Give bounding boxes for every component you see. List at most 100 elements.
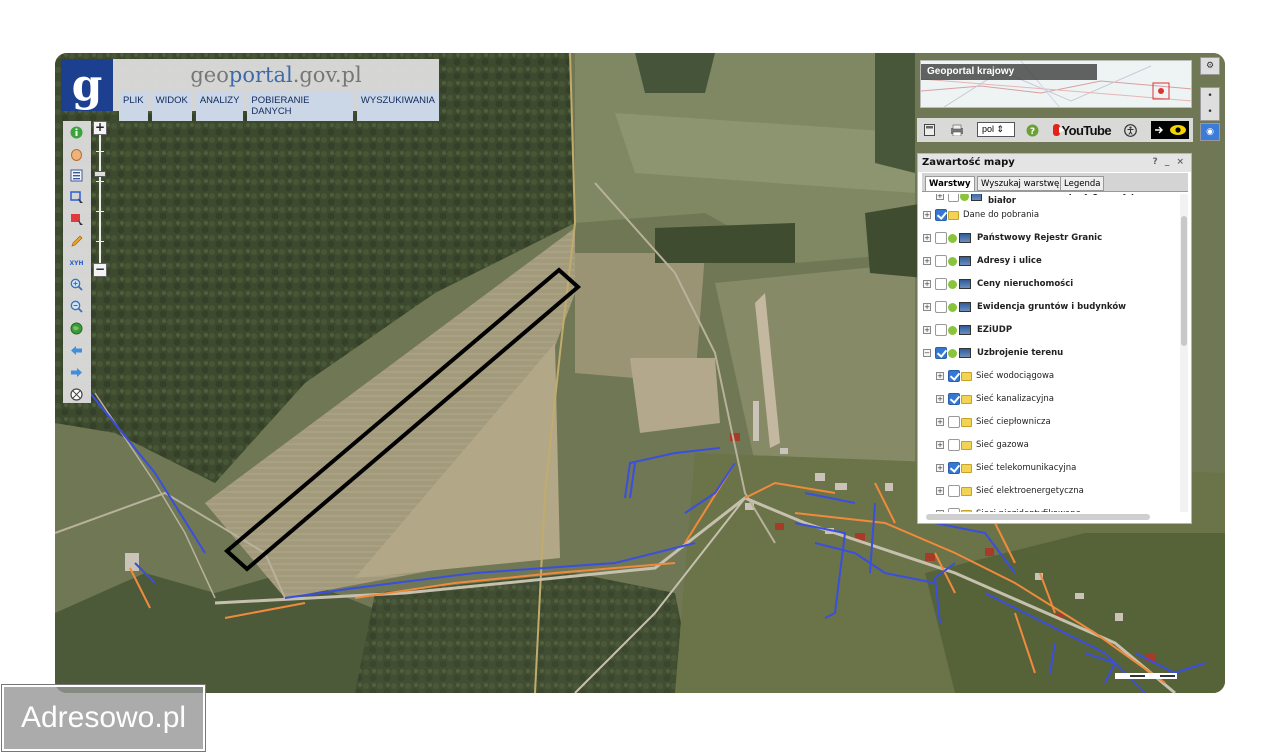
help-icon[interactable]: ? <box>1025 122 1039 138</box>
layer-checkbox[interactable] <box>935 232 947 244</box>
back-arrow-icon[interactable] <box>69 343 84 358</box>
draw-pencil-icon[interactable] <box>69 234 84 249</box>
youtube-link[interactable]: YouTube <box>1053 122 1112 138</box>
expand-icon[interactable]: + <box>936 372 944 380</box>
watermark: Adresowo.pl <box>1 684 206 752</box>
menu-plik[interactable]: PLIK <box>119 91 148 121</box>
map-frame[interactable]: g geoportal.gov.pl PLIK WIDOK ANALIZY PO… <box>55 53 1225 693</box>
layer-checkbox[interactable] <box>948 485 960 497</box>
layer-row[interactable]: + Sieć telekomunikacyjna <box>918 458 1180 478</box>
zoom-in-button[interactable]: + <box>93 121 107 135</box>
overview-settings-icon[interactable]: ⚙ <box>1200 57 1220 75</box>
zoom-in-icon[interactable] <box>69 277 84 292</box>
menu-pobieranie-danych[interactable]: POBIERANIE DANYCH <box>247 91 353 121</box>
tab-warstwy[interactable]: Warstwy <box>925 176 975 191</box>
reset-icon[interactable] <box>69 387 84 402</box>
expand-icon[interactable]: + <box>923 234 931 242</box>
layer-checkbox[interactable] <box>935 255 947 267</box>
tab-wyszukaj-warstwe[interactable]: Wyszukaj warstwę <box>977 176 1064 191</box>
zoom-slider[interactable]: + − <box>93 121 107 277</box>
expand-icon[interactable]: + <box>936 418 944 426</box>
expand-icon[interactable]: + <box>936 395 944 403</box>
scrollbar-thumb[interactable] <box>1181 216 1187 346</box>
layer-checkbox[interactable] <box>935 347 947 359</box>
menu-analizy[interactable]: ANALIZY <box>195 91 244 121</box>
wms-service-icon <box>959 348 971 358</box>
layer-checkbox[interactable] <box>947 194 960 202</box>
layer-row[interactable]: + Ewidencja gruntów i budynków <box>918 297 1180 317</box>
zoom-tick <box>96 241 104 242</box>
layer-row[interactable]: + Państwowy Rejestr Granic <box>918 228 1180 248</box>
icon-bar: pol ⇕ ? YouTube <box>917 118 1193 142</box>
layer-row[interactable]: + Sieć elektroenergetyczna <box>918 481 1180 501</box>
panel-title: Zawartość mapy <box>922 157 1015 168</box>
expand-icon[interactable]: + <box>936 194 944 200</box>
menu-wyszukiwania[interactable]: WYSZUKIWANIA <box>356 91 439 121</box>
forest-area <box>655 223 795 263</box>
expand-icon[interactable]: + <box>923 326 931 334</box>
full-extent-globe-icon[interactable] <box>69 321 84 336</box>
layer-name: Sieć elektroenergetyczna <box>976 486 1084 496</box>
layer-row[interactable]: + Sieć wodociągowa <box>918 366 1180 386</box>
expand-icon[interactable]: + <box>923 257 931 265</box>
accessibility-icon[interactable] <box>1123 122 1137 138</box>
expand-icon[interactable]: + <box>923 211 931 219</box>
expand-icon[interactable]: + <box>936 510 944 512</box>
overview-dots-icon[interactable]: • • <box>1200 87 1220 121</box>
panel-window-controls[interactable]: ? _ × <box>1152 157 1186 167</box>
layer-row[interactable]: + Sieć kanalizacyjna <box>918 389 1180 409</box>
expand-icon[interactable]: + <box>936 464 944 472</box>
layer-name: Ceny nieruchomości <box>977 279 1074 289</box>
expand-icon[interactable]: + <box>923 280 931 288</box>
select-area-icon[interactable] <box>69 190 84 205</box>
zoom-out-icon[interactable] <box>69 299 84 314</box>
xyh-icon[interactable]: XYH <box>69 256 84 271</box>
layer-row[interactable]: + Ceny nieruchomości <box>918 274 1180 294</box>
pan-hand-icon[interactable] <box>69 147 84 162</box>
site-title: geoportal.gov.pl <box>113 63 439 87</box>
menu-widok[interactable]: WIDOK <box>151 91 192 121</box>
layer-checkbox[interactable] <box>948 416 960 428</box>
layer-tree-horizontal-scrollbar[interactable] <box>926 514 1150 520</box>
collapse-icon[interactable]: − <box>923 349 931 357</box>
layer-checkbox[interactable] <box>935 278 947 290</box>
layer-checkbox[interactable] <box>948 370 960 382</box>
clear-selection-icon[interactable] <box>69 212 84 227</box>
layer-row[interactable]: + Sieci niezidentyfikowane <box>918 504 1180 512</box>
layer-tree-vertical-scrollbar[interactable] <box>1180 194 1188 512</box>
layer-checkbox[interactable] <box>948 393 960 405</box>
zoom-out-button[interactable]: − <box>93 263 107 277</box>
layer-status-dot-icon <box>948 256 957 266</box>
layer-checkbox[interactable] <box>948 462 960 474</box>
tab-legenda[interactable]: Legenda <box>1060 176 1105 191</box>
forward-arrow-icon[interactable] <box>69 365 84 380</box>
layer-row[interactable]: + Adresy i ulice <box>918 251 1180 271</box>
zoom-track[interactable] <box>99 135 101 263</box>
legend-icon[interactable] <box>69 168 84 183</box>
layer-checkbox[interactable] <box>935 301 947 313</box>
layer-name: Sieci niezidentyfikowane <box>976 509 1081 512</box>
layer-checkbox[interactable] <box>948 439 960 451</box>
layer-row[interactable]: + Sieć ciepłownicza <box>918 412 1180 432</box>
layer-row[interactable]: + Dane do pobrania <box>918 205 1180 225</box>
expand-icon[interactable]: + <box>936 487 944 495</box>
calculator-icon[interactable] <box>923 122 935 138</box>
layer-row[interactable]: − Uzbrojenie terenu <box>918 343 1180 363</box>
layer-row[interactable]: + Sieć gazowa <box>918 435 1180 455</box>
info-icon[interactable] <box>69 125 84 140</box>
print-icon[interactable] <box>950 122 964 138</box>
language-select[interactable]: pol ⇕ <box>977 122 1015 137</box>
layer-checkbox[interactable] <box>948 508 960 512</box>
zoom-knob[interactable] <box>94 171 106 177</box>
geoportal-logo[interactable]: g <box>61 59 113 111</box>
layer-checkbox[interactable] <box>935 324 947 336</box>
wms-service-icon <box>959 256 971 266</box>
high-contrast-toggle[interactable] <box>1151 121 1189 139</box>
overview-eye-icon[interactable]: ◉ <box>1200 123 1220 141</box>
overview-map[interactable]: Geoportal krajowy <box>920 60 1192 108</box>
expand-icon[interactable]: + <box>936 441 944 449</box>
expand-icon[interactable]: + <box>923 303 931 311</box>
map-contents-panel: Zawartość mapy ? _ × Warstwy Wyszukaj war… <box>917 153 1192 524</box>
layer-checkbox[interactable] <box>935 209 947 221</box>
layer-row[interactable]: + EZiUDP <box>918 320 1180 340</box>
